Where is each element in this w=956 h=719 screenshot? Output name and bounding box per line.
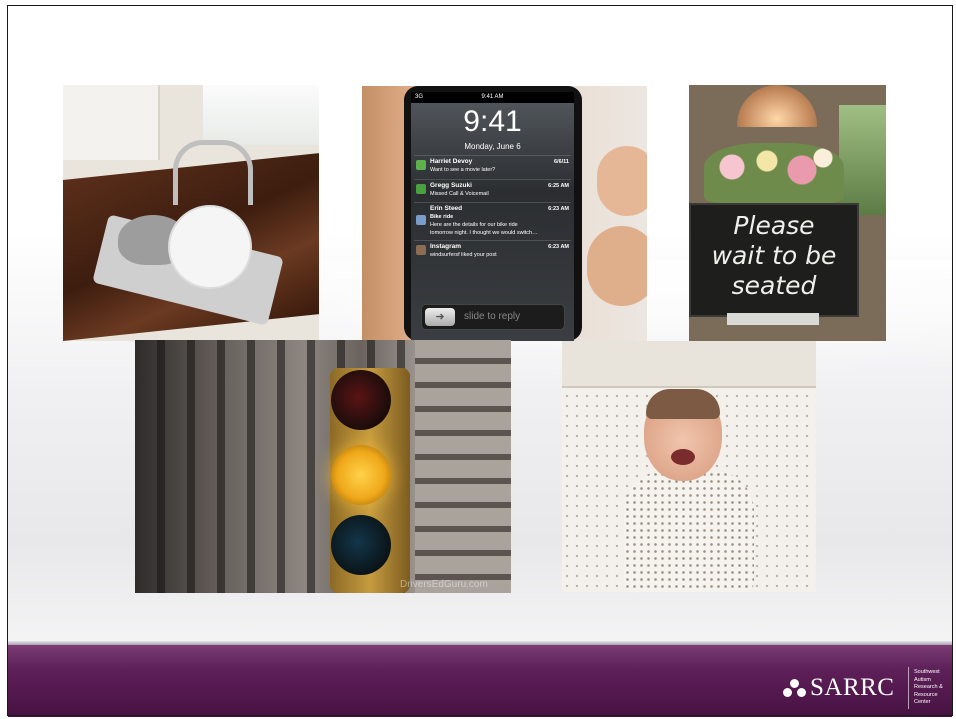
yellow-light [331, 445, 391, 505]
red-light [331, 370, 391, 430]
notification-name: Gregg Suzuki [430, 182, 472, 189]
window [839, 105, 886, 215]
camera-icon [416, 245, 426, 255]
notification: Instagram 6:23 AM windsurfersf liked you… [414, 240, 571, 263]
sign-stand [727, 313, 819, 325]
notification-body: windsurfersf liked your post [430, 252, 497, 258]
slider-label: slide to reply [464, 311, 521, 322]
notification: Erin Steed 6:23 AM Bike ride Here are th… [414, 202, 571, 239]
green-light [331, 515, 391, 575]
cabinet [63, 85, 160, 160]
sign-line: seated [731, 271, 817, 300]
people-cluster-icon [783, 679, 807, 699]
status-bar: 3G 9:41 AM [411, 92, 574, 103]
logo-subtitle-line: Autism [914, 676, 931, 683]
notification: Harriet Devoy 6/6/11 Want to see a movie… [414, 155, 571, 178]
traffic-light-photo: DriversEdGuru.com [135, 340, 511, 593]
finger [597, 146, 647, 216]
status-time: 9:41 AM [481, 94, 504, 100]
mattress-edge [562, 341, 816, 388]
notification-name: Erin Steed [430, 205, 463, 212]
crying-baby-photo [562, 341, 816, 592]
notification-name: Harriet Devoy [430, 158, 473, 165]
baby-hair [646, 389, 720, 419]
window [203, 85, 319, 145]
logo-subtitle-line: Research & [914, 684, 943, 690]
faucet [173, 140, 253, 205]
flowers [704, 143, 844, 203]
please-wait-sign-photo: Please wait to be seated [689, 85, 886, 341]
logo-subtitle-line: Center [914, 699, 931, 705]
chalkboard: Please wait to be seated [689, 203, 859, 317]
notification-body: Missed Call & Voicemail [430, 191, 489, 197]
sign-line: Please [733, 211, 815, 240]
finger [587, 226, 647, 306]
baby-body [624, 471, 754, 592]
notification-name: Instagram [430, 243, 462, 250]
logo-subtitle: Southwest Autism Research & Resource Cen… [914, 669, 954, 707]
lock-time: 9:41 [463, 105, 522, 138]
mail-icon [416, 215, 426, 225]
notification-body: Want to see a movie later? [430, 167, 496, 173]
kitchen-sink-photo [63, 85, 319, 341]
notification-body: Bike ride [430, 214, 454, 220]
lock-date: Monday, June 6 [464, 142, 521, 151]
baby-mouth [671, 449, 695, 465]
phone-icon [416, 184, 426, 194]
logo-subtitle-line: Southwest [914, 669, 940, 675]
sign-line: wait to be [711, 241, 837, 270]
phone-screen: 3G 9:41 AM 9:41 Monday, June 6 Harriet D… [411, 92, 574, 341]
logo-subtitle-line: Resource [914, 691, 938, 698]
logo-text: SARRC [810, 674, 895, 701]
slide: 3G 9:41 AM 9:41 Monday, June 6 Harriet D… [0, 0, 956, 719]
lamp [737, 85, 817, 127]
notification-body: Here are the details for our bike ride [430, 222, 518, 228]
notification-time: 6:23 AM [548, 206, 569, 212]
notification-time: 6/6/11 [554, 159, 569, 165]
watermark: DriversEdGuru.com [400, 579, 488, 590]
messages-icon [416, 160, 426, 170]
notification-time: 6:25 AM [548, 183, 569, 189]
arrow-right-icon: ➜ [425, 308, 455, 326]
notification: Gregg Suzuki 6:25 AM Missed Call & Voice… [414, 179, 571, 202]
phone-notifications-photo: 3G 9:41 AM 9:41 Monday, June 6 Harriet D… [362, 86, 647, 341]
logo-divider [908, 667, 909, 709]
slide-to-reply-slider: ➜ slide to reply [421, 304, 565, 330]
plate [168, 205, 252, 289]
building [415, 340, 511, 593]
notification-body: tomorrow night. I thought we would switc… [430, 230, 538, 236]
notification-time: 6:23 AM [548, 244, 569, 250]
